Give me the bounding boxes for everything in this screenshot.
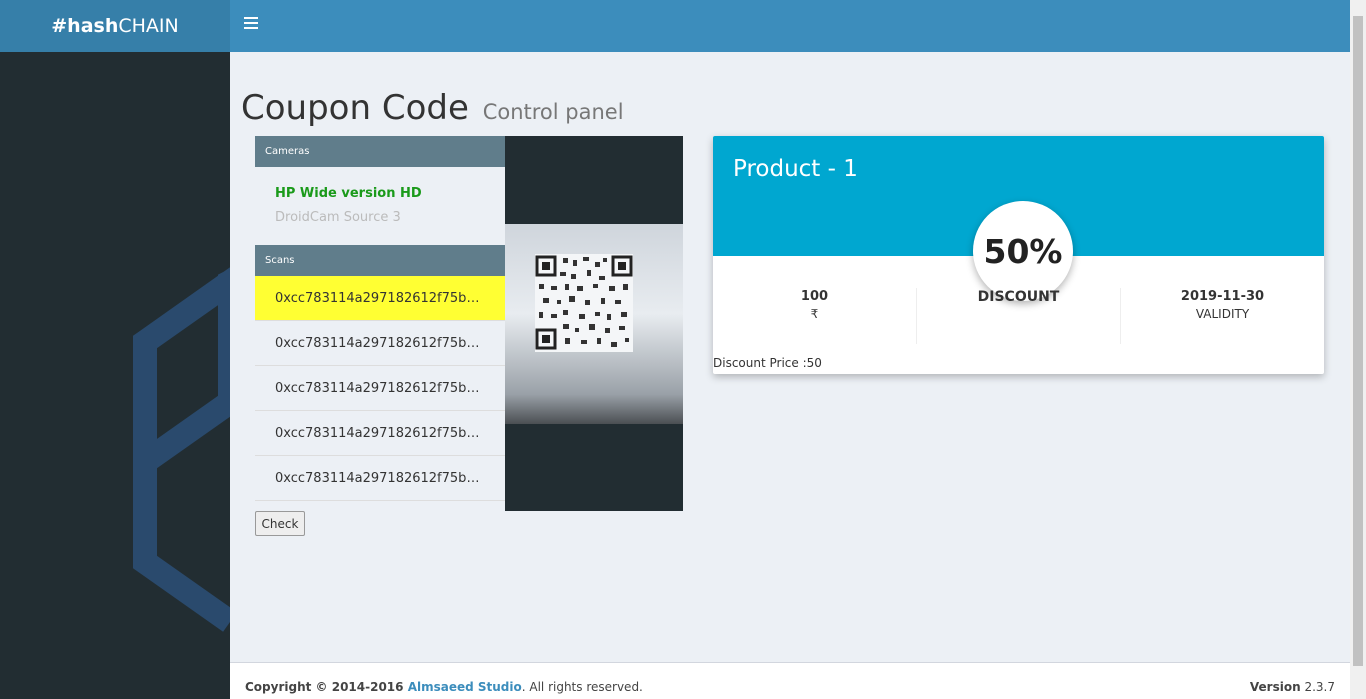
- page-title-text: Coupon Code: [241, 88, 469, 128]
- rights-text: . All rights reserved.: [521, 680, 643, 694]
- top-navbar: [230, 0, 1350, 52]
- check-button[interactable]: Check: [255, 511, 305, 536]
- price-value: 100: [800, 289, 829, 304]
- validity-date: 2019-11-30: [1180, 289, 1265, 304]
- page-title: Coupon Code Control panel: [241, 88, 624, 128]
- hamburger-menu-icon[interactable]: [244, 17, 258, 33]
- validity-label: VALIDITY: [1195, 307, 1250, 321]
- copyright-prefix: Copyright © 2014-2016: [245, 680, 408, 694]
- scan-item[interactable]: 0xcc783114a297182612f75b1600a...: [255, 321, 505, 366]
- version-info: Version 2.3.7: [1250, 680, 1335, 694]
- scan-item[interactable]: 0xcc783114a297182612f75b1600a...: [255, 411, 505, 456]
- cameras-header: Cameras: [255, 136, 505, 167]
- brand-rest: CHAIN: [118, 15, 179, 37]
- product-card: Product - 1 50% 100 ₹ DISCOUNT 2019-11-3…: [713, 136, 1324, 374]
- page-scrollbar[interactable]: [1350, 0, 1366, 699]
- version-label: Version: [1249, 680, 1301, 694]
- camera-item-droidcam[interactable]: DroidCam Source 3: [275, 206, 485, 230]
- camera-video-feed: [505, 224, 683, 424]
- product-stats: 100 ₹ DISCOUNT 2019-11-30 VALIDITY: [713, 288, 1324, 344]
- price-stat: 100 ₹: [713, 288, 917, 344]
- discount-percent-badge: 50%: [973, 201, 1073, 301]
- cube-watermark-icon: [133, 267, 230, 632]
- camera-scan-panel: Cameras HP Wide version HD DroidCam Sour…: [255, 136, 505, 501]
- camera-item-hp-wide[interactable]: HP Wide version HD: [275, 182, 485, 206]
- camera-list: HP Wide version HD DroidCam Source 3: [255, 167, 505, 245]
- page-footer: Copyright © 2014-2016 Almsaeed Studio. A…: [230, 662, 1350, 699]
- version-number: 2.3.7: [1304, 680, 1335, 694]
- scrollbar-thumb[interactable]: [1353, 16, 1363, 666]
- scan-item[interactable]: 0xcc783114a297182612f75b1600a...: [255, 276, 505, 321]
- scan-item[interactable]: 0xcc783114a297182612f75b1600a...: [255, 456, 505, 501]
- company-link[interactable]: Almsaeed Studio: [408, 680, 522, 694]
- sidebar: [0, 52, 230, 699]
- brand-bold: #hash: [51, 15, 119, 37]
- discount-label: DISCOUNT: [977, 289, 1060, 305]
- discount-price: Discount Price :50: [713, 356, 822, 370]
- copyright-text: Copyright © 2014-2016 Almsaeed Studio: [245, 680, 522, 694]
- product-name: Product - 1: [733, 156, 858, 182]
- validity-stat: 2019-11-30 VALIDITY: [1121, 288, 1324, 344]
- scan-item[interactable]: 0xcc783114a297182612f75b1600a...: [255, 366, 505, 411]
- page-subtitle: Control panel: [482, 100, 624, 124]
- discount-stat: DISCOUNT: [917, 288, 1121, 344]
- brand-logo[interactable]: #hash CHAIN: [0, 0, 230, 52]
- qr-code-icon: [535, 254, 633, 352]
- camera-preview: [505, 136, 683, 511]
- currency-label: ₹: [810, 307, 819, 321]
- scans-header: Scans: [255, 245, 505, 276]
- scan-list: 0xcc783114a297182612f75b1600a... 0xcc783…: [255, 276, 505, 501]
